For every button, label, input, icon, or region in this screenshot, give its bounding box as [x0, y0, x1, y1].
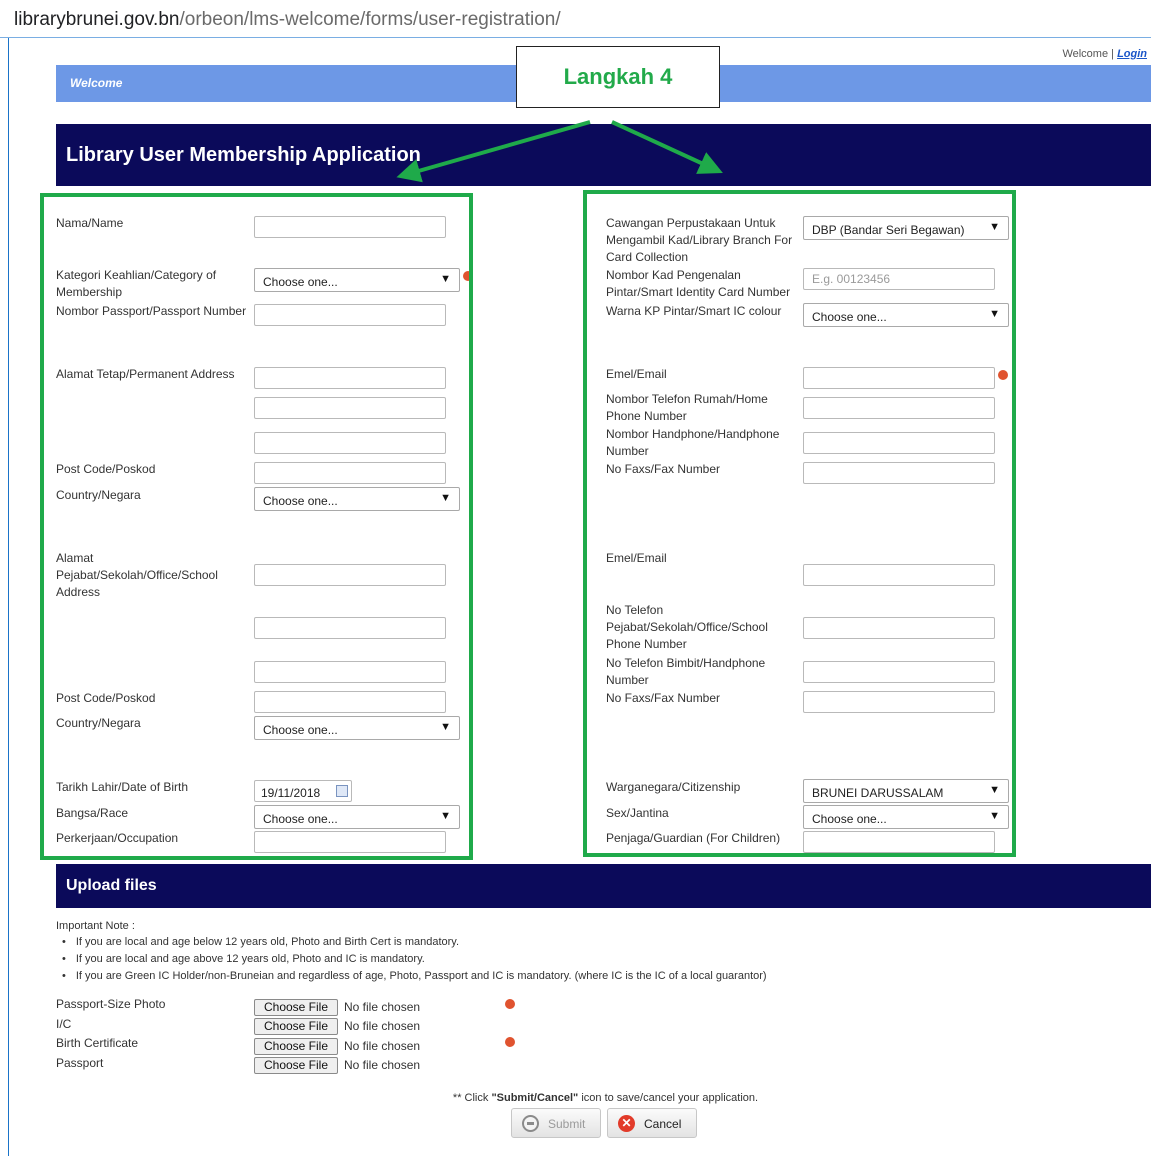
arrow-right	[611, 120, 723, 174]
step-callout: Langkah 4	[516, 46, 720, 108]
annotation-arrows	[396, 120, 723, 183]
arrow-left	[396, 120, 591, 183]
